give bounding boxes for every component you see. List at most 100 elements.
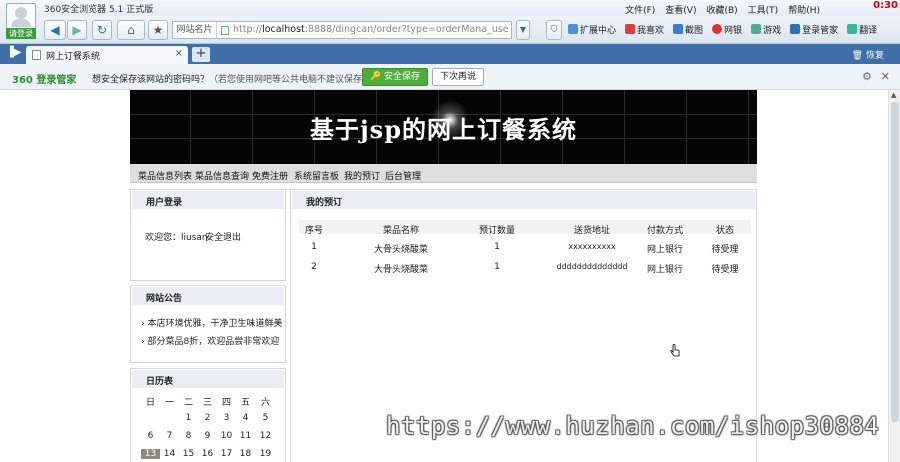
url-host: localhost: [262, 24, 305, 35]
safe-save-button[interactable]: 🔑 安全保存: [362, 68, 428, 86]
notice-text: 部分菜品8折，欢迎品尝非常欢迎: [147, 337, 280, 347]
tool-bank[interactable]: 网银: [712, 23, 742, 36]
nav-my-orders[interactable]: 我的预订: [344, 169, 380, 182]
menu-view[interactable]: 查看(V): [665, 3, 696, 16]
calendar-day[interactable]: 2: [198, 413, 217, 423]
table-header-status: 状态: [715, 226, 734, 236]
browser-title: 360安全浏览器 5.1 正式版: [44, 5, 154, 15]
calendar-day[interactable]: 16: [198, 449, 217, 459]
panel-header: 我的预订: [292, 191, 755, 209]
scroll-thumb[interactable]: [891, 102, 899, 422]
order-col-index: 2: [311, 262, 317, 272]
later-button[interactable]: 下次再说: [432, 68, 484, 86]
menu-help[interactable]: 帮助(H): [788, 3, 820, 16]
tool-like[interactable]: 我喜欢: [625, 23, 664, 36]
nav-food-list[interactable]: 菜品信息列表: [138, 169, 192, 182]
calendar-day[interactable]: 9: [198, 431, 217, 441]
calendar-day[interactable]: 17: [217, 449, 236, 459]
calendar-day[interactable]: 1: [179, 413, 198, 423]
calendar-day[interactable]: 12: [256, 431, 275, 441]
trash-icon: 🗑: [851, 51, 864, 61]
browser-menu: 文件(F) 查看(V) 收藏(B) 工具(T) 帮助(H): [625, 3, 820, 16]
calendar-day[interactable]: 5: [256, 413, 275, 423]
site-card-button[interactable]: 网站名片: [173, 22, 217, 38]
close-icon[interactable]: ✕: [881, 70, 890, 83]
new-tab-button[interactable]: +: [192, 47, 210, 62]
page-viewport: 基于jsp的网上订餐系统 菜品信息列表 菜品信息查询 免费注册 系统留言板 我的…: [0, 90, 888, 462]
address-dropdown[interactable]: ▼: [516, 20, 530, 40]
nav-food-search[interactable]: 菜品信息查询: [195, 169, 249, 182]
calendar-day[interactable]: 10: [217, 431, 236, 441]
favorite-button[interactable]: ★: [148, 20, 168, 40]
save-password-prompt: 想安全保存该网站的密码吗？（若您使用网吧等公共电脑不建议保存）: [92, 72, 371, 85]
notice-item[interactable]: › 部分菜品8折，欢迎品尝非常欢迎: [141, 334, 279, 347]
back-button[interactable]: ◀: [44, 20, 66, 40]
calendar-weekday: 四: [221, 398, 231, 408]
bank-icon: [712, 24, 723, 34]
sidebar-toggle-icon[interactable]: ▐▶: [6, 47, 21, 58]
site-banner: 基于jsp的网上订餐系统: [130, 90, 757, 164]
refresh-icon: ↻: [96, 23, 108, 37]
menu-file[interactable]: 文件(F): [625, 3, 655, 16]
url-text[interactable]: http://localhost:8888/dingcan/order?type…: [233, 22, 509, 38]
user-avatar[interactable]: 请登录: [6, 3, 36, 39]
calendar-day[interactable]: 6: [141, 431, 160, 441]
calendar-day[interactable]: 7: [160, 431, 179, 441]
home-button[interactable]: ⌂: [117, 20, 145, 40]
back-arrow-icon: ◀: [50, 23, 60, 37]
address-bar[interactable]: 网站名片 http://localhost:8888/dingcan/order…: [172, 21, 512, 39]
notice-text: 本店环境优雅，干净卫生味道鲜美: [147, 319, 283, 329]
prompt-question: 想安全保存该网站的密码吗？: [92, 75, 210, 85]
key-icon: [790, 24, 801, 34]
calendar-day[interactable]: 18: [236, 449, 255, 459]
gear-icon[interactable]: ⚙: [862, 70, 872, 83]
safe-save-label: 安全保存: [384, 72, 421, 82]
order-col-payment: 网上银行: [646, 265, 683, 275]
calendar-day[interactable]: 11: [236, 431, 255, 441]
chevron-down-icon: ▼: [519, 25, 527, 34]
calendar-day[interactable]: 15: [179, 449, 198, 459]
calendar-day-today[interactable]: 13: [141, 449, 160, 459]
calendar-day[interactable]: 4: [236, 413, 255, 423]
menu-favorites[interactable]: 收藏(B): [706, 3, 737, 16]
calendar-day[interactable]: 14: [160, 449, 179, 459]
order-col-address: xxxxxxxxxx: [568, 242, 616, 251]
welcome-text: 欢迎您：liusan: [145, 233, 208, 243]
security-button[interactable]: ⛉: [546, 20, 562, 40]
close-tab-icon[interactable]: ×: [175, 48, 183, 59]
tool-games[interactable]: 游戏: [751, 23, 781, 36]
forward-button[interactable]: ▶: [67, 20, 87, 40]
star-icon: ★: [152, 23, 164, 37]
tool-screenshot[interactable]: 截图: [673, 23, 703, 36]
nav-admin[interactable]: 后台管理: [385, 169, 421, 182]
refresh-button[interactable]: ↻: [92, 20, 112, 40]
menu-tools[interactable]: 工具(T): [748, 3, 779, 16]
prompt-sub: （若您使用网吧等公共电脑不建议保存）: [209, 75, 372, 85]
notice-panel: 网站公告 › 本店环境优雅，干净卫生味道鲜美 › 部分菜品8折，欢迎品尝非常欢迎: [130, 285, 286, 363]
logout-link[interactable]: 安全退出: [205, 230, 241, 243]
nav-register[interactable]: 免费注册: [252, 169, 288, 182]
nav-guestbook[interactable]: 系统留言板: [294, 169, 339, 182]
calendar-weekday: 二: [183, 398, 193, 408]
hand-cursor-icon: [670, 344, 680, 357]
panel-header: 用户登录: [132, 191, 284, 209]
login-label[interactable]: 请登录: [6, 28, 36, 39]
order-col-status: 待受理: [711, 245, 739, 255]
tool-extensions[interactable]: 扩展中心: [568, 23, 616, 36]
calendar-day[interactable]: 8: [179, 431, 198, 441]
restore-button[interactable]: 🗑 恢复: [852, 48, 884, 61]
tool-translate[interactable]: 翻译: [847, 23, 877, 36]
order-col-qty: 1: [494, 262, 500, 272]
notice-item[interactable]: › 本店环境优雅，干净卫生味道鲜美: [141, 316, 282, 329]
tab-active[interactable]: 网上订餐系统 ×: [26, 46, 188, 64]
calendar-day[interactable]: 19: [256, 449, 275, 459]
order-col-payment: 网上银行: [646, 245, 683, 255]
panel-title: 日历表: [146, 377, 174, 387]
tool-login-manager[interactable]: 登录管家: [790, 23, 838, 36]
scroll-up-arrow-icon[interactable]: ▲: [891, 91, 896, 99]
panel-header: 日历表: [132, 370, 284, 388]
calendar-day[interactable]: 3: [217, 413, 236, 423]
calendar-weekday: 日: [145, 398, 155, 408]
url-prefix: http://: [233, 24, 263, 35]
vertical-scrollbar[interactable]: ▲: [888, 90, 900, 462]
